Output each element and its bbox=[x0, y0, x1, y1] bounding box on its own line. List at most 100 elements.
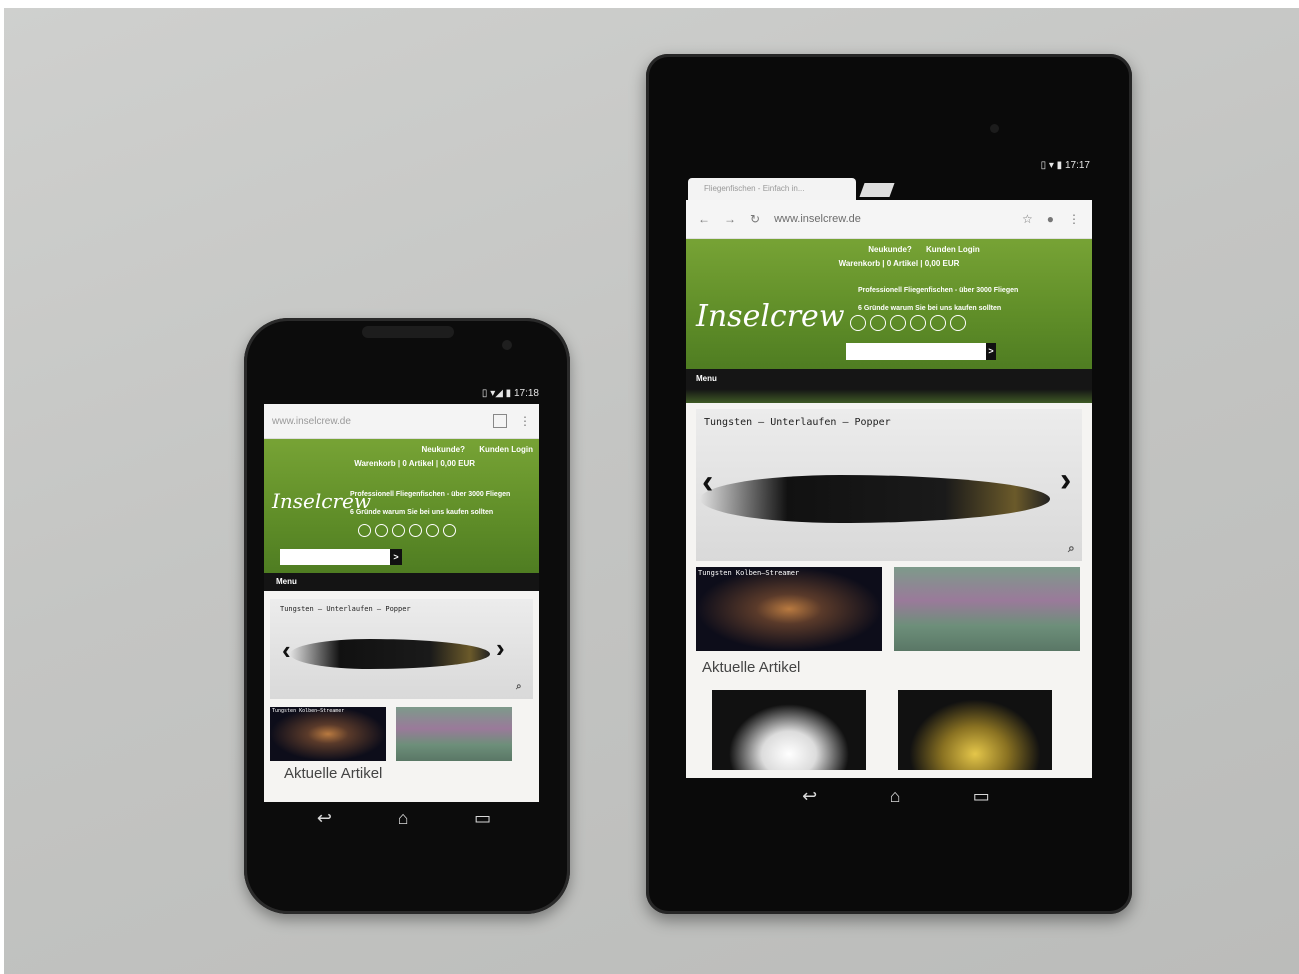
badge-icon bbox=[375, 524, 388, 537]
browser-tab[interactable]: Fliegenfischen - Einfach in... bbox=[688, 178, 856, 200]
phone-status-bar: ▯ ▾◢ ▮ 17:18 bbox=[264, 388, 539, 402]
slide-caption: Tungsten – Unterlaufen – Popper bbox=[704, 417, 891, 428]
smartphone: ▯ ▾◢ ▮ 17:18 www.inselcrew.de ⋮ Neukunde… bbox=[244, 318, 570, 914]
promo-line: Professionell Fliegenfischen - über 3000… bbox=[350, 491, 511, 498]
image-border-top bbox=[0, 0, 1299, 8]
back-icon[interactable]: ↩ bbox=[317, 808, 332, 829]
thumbnail-row: Tungsten Kolben–Streamer bbox=[696, 567, 1082, 651]
badge-icon bbox=[358, 524, 371, 537]
android-nav-bar: ↩ ⌂ ▭ bbox=[766, 786, 1026, 807]
front-camera bbox=[502, 340, 512, 350]
site-search: > bbox=[846, 343, 996, 360]
badge-icon bbox=[850, 315, 866, 331]
badge-icon bbox=[870, 315, 886, 331]
microphone-icon[interactable]: ● bbox=[1047, 212, 1054, 226]
site-header: Neukunde? Kunden Login Warenkorb | 0 Art… bbox=[264, 439, 539, 573]
customer-login-link[interactable]: Kunden Login bbox=[479, 445, 533, 454]
promo-reasons[interactable]: 6 Gründe warum Sie bei uns kaufen sollte… bbox=[858, 305, 1001, 312]
browser-toolbar: ← → ↻ www.inselcrew.de ☆ ● ⋮ bbox=[686, 200, 1092, 239]
slider-next-icon[interactable]: › bbox=[1060, 461, 1071, 500]
site-header: Neukunde? Kunden Login Warenkorb | 0 Art… bbox=[686, 239, 1092, 369]
tabs-icon[interactable] bbox=[493, 414, 507, 428]
search-input[interactable] bbox=[280, 549, 390, 565]
search-button[interactable]: > bbox=[986, 343, 996, 360]
badge-icon bbox=[950, 315, 966, 331]
reload-icon[interactable]: ↻ bbox=[750, 212, 760, 226]
badge-icon bbox=[443, 524, 456, 537]
overflow-menu-icon[interactable]: ⋮ bbox=[1068, 212, 1080, 226]
bookmark-star-icon[interactable]: ☆ bbox=[1022, 212, 1033, 226]
header-links: Neukunde? Kunden Login bbox=[686, 239, 1092, 254]
zoom-icon[interactable]: ⌕ bbox=[1068, 541, 1075, 556]
thumbnail-tungsten[interactable]: Tungsten Kolben–Streamer bbox=[696, 567, 882, 651]
url-field[interactable]: www.inselcrew.de bbox=[272, 416, 493, 427]
thumbnail-tungsten[interactable]: Tungsten Kolben–Streamer bbox=[270, 707, 386, 761]
new-customer-link[interactable]: Neukunde? bbox=[421, 445, 465, 454]
thumbnail-caption: Tungsten Kolben–Streamer bbox=[698, 569, 800, 577]
site-search: > bbox=[280, 549, 402, 565]
promo-line: Professionell Fliegenfischen - über 3000… bbox=[858, 287, 1019, 294]
new-tab-button[interactable] bbox=[859, 183, 895, 197]
promo-reasons[interactable]: 6 Gründe warum Sie bei uns kaufen sollte… bbox=[350, 509, 493, 516]
tablet-screen: ← → ↻ www.inselcrew.de ☆ ● ⋮ Neukunde? K… bbox=[686, 200, 1092, 778]
fly-image bbox=[290, 639, 490, 669]
section-title: Aktuelle Artikel bbox=[284, 765, 383, 782]
slider-prev-icon[interactable]: ‹ bbox=[702, 463, 713, 502]
search-input[interactable] bbox=[846, 343, 986, 360]
slider-prev-icon[interactable]: ‹ bbox=[282, 635, 291, 666]
article-row bbox=[712, 690, 1082, 770]
front-camera bbox=[990, 124, 999, 133]
header-links: Neukunde? Kunden Login bbox=[264, 439, 539, 454]
badge-icon bbox=[890, 315, 906, 331]
thumbnail-caption: Tungsten Kolben–Streamer bbox=[272, 708, 345, 714]
customer-login-link[interactable]: Kunden Login bbox=[926, 245, 980, 254]
cart-summary[interactable]: Warenkorb | 0 Artikel | 0,00 EUR bbox=[264, 454, 539, 468]
menu-bar[interactable]: Menu bbox=[264, 573, 539, 591]
zoom-icon[interactable]: ⌕ bbox=[516, 681, 522, 692]
cart-summary[interactable]: Warenkorb | 0 Artikel | 0,00 EUR bbox=[686, 254, 1092, 268]
back-icon[interactable]: ↩ bbox=[802, 786, 817, 807]
earpiece-speaker bbox=[362, 326, 454, 338]
android-nav-bar: ↩ ⌂ ▭ bbox=[284, 808, 524, 829]
article-image-yellow-fly[interactable] bbox=[898, 690, 1052, 770]
section-title: Aktuelle Artikel bbox=[702, 659, 801, 676]
site-logo[interactable]: Inselcrew bbox=[696, 299, 845, 334]
new-customer-link[interactable]: Neukunde? bbox=[868, 245, 912, 254]
status-icons: ▯ ▾ ▮ bbox=[1040, 160, 1063, 171]
thumbnail-fish[interactable] bbox=[894, 567, 1080, 651]
badge-icon bbox=[930, 315, 946, 331]
recents-icon[interactable]: ▭ bbox=[973, 786, 990, 807]
forward-arrow-icon[interactable]: → bbox=[724, 212, 736, 226]
image-border-left bbox=[0, 0, 4, 974]
badge-icon bbox=[910, 315, 926, 331]
back-arrow-icon[interactable]: ← bbox=[698, 212, 710, 226]
status-icons: ▯ ▾◢ ▮ bbox=[481, 388, 512, 399]
phone-screen: www.inselcrew.de ⋮ Neukunde? Kunden Logi… bbox=[264, 404, 539, 802]
badge-icon bbox=[426, 524, 439, 537]
badge-icon bbox=[409, 524, 422, 537]
search-button[interactable]: > bbox=[390, 549, 402, 565]
overflow-menu-icon[interactable]: ⋮ bbox=[519, 414, 531, 428]
recents-icon[interactable]: ▭ bbox=[474, 808, 491, 829]
thumbnail-fish[interactable] bbox=[396, 707, 512, 761]
home-icon[interactable]: ⌂ bbox=[890, 786, 901, 807]
home-icon[interactable]: ⌂ bbox=[398, 808, 409, 829]
tablet-status-bar: ▯ ▾ ▮ 17:17 bbox=[686, 160, 1090, 174]
fly-image bbox=[700, 475, 1050, 523]
feature-icons bbox=[850, 315, 966, 331]
slide-caption: Tungsten – Unterlaufen – Popper bbox=[280, 605, 411, 613]
slider-next-icon[interactable]: › bbox=[496, 633, 505, 664]
status-time: 17:18 bbox=[513, 388, 539, 399]
article-image-white-fly[interactable] bbox=[712, 690, 866, 770]
page-content: Tungsten – Unterlaufen – Popper ‹ › ⌕ Tu… bbox=[264, 591, 539, 802]
thumbnail-row: Tungsten Kolben–Streamer bbox=[270, 707, 533, 761]
browser-toolbar: www.inselcrew.de ⋮ bbox=[264, 404, 539, 439]
badge-icon bbox=[392, 524, 405, 537]
status-time: 17:17 bbox=[1064, 160, 1090, 171]
menu-bar[interactable]: Menu bbox=[686, 369, 1092, 403]
feature-icons bbox=[358, 524, 456, 537]
hero-slider: Tungsten – Unterlaufen – Popper ‹ › ⌕ bbox=[696, 409, 1082, 561]
url-field[interactable]: www.inselcrew.de bbox=[774, 213, 1008, 225]
page-content: Tungsten – Unterlaufen – Popper ‹ › ⌕ Tu… bbox=[686, 403, 1092, 778]
tablet: ▯ ▾ ▮ 17:17 Fliegenfischen - Einfach in.… bbox=[646, 54, 1132, 914]
